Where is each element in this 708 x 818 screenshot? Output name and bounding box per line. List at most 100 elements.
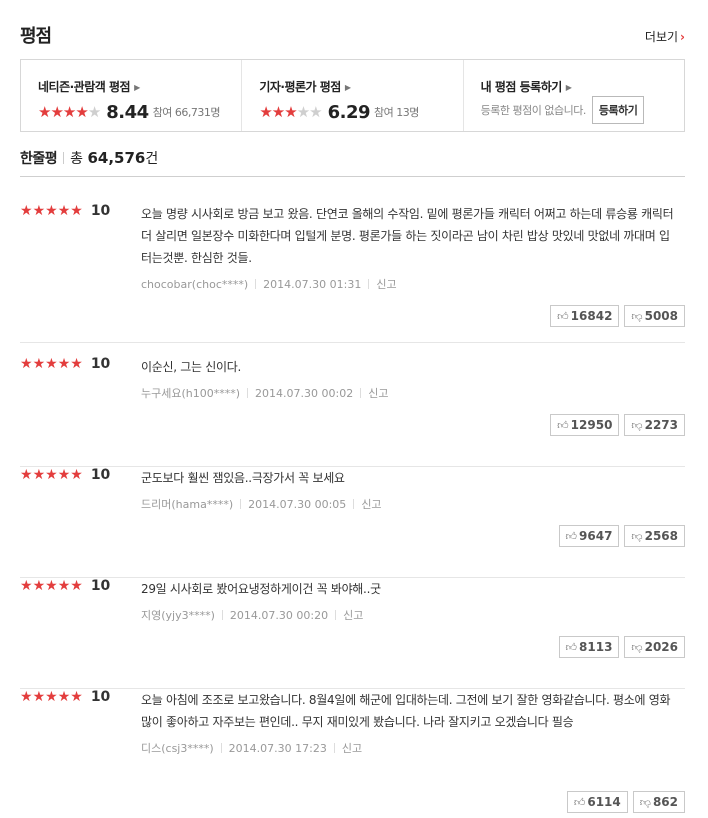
review-item: ★ ★ ★ ★ ★ 10 오늘 명량 시사회로 방금 보고 왔음. 단연코 올해의 수작… [20,203,685,343]
my-score: 내 평점 등록하기 ▶ 등록한 평점이 없습니다. 등록하기 [462,60,684,131]
review-score: 10 [90,467,111,483]
star-filled-icon: ★ [32,203,46,219]
review-user[interactable]: 드리머(hama****) [141,498,233,511]
thumbs-down-icon: 👎︎ [631,640,643,654]
dislike-button[interactable]: 👎︎ 5008 [624,305,685,327]
review-user[interactable]: chocobar(choc****) [141,278,248,291]
report-link[interactable]: 신고 [368,387,388,400]
star-filled-icon: ★ [20,356,33,372]
review-rating: ★ ★ ★ ★ ★ 10 [20,689,110,705]
star-filled-icon: ★ [32,356,46,372]
star-filled-icon: ★ [45,467,58,483]
review-votes: 👍︎ 9647 👎︎ 2568 [558,525,685,547]
dislike-button[interactable]: 👎︎ 2568 [624,525,685,547]
star-filled-icon: ★ [32,467,46,483]
my-score-title[interactable]: 내 평점 등록하기 ▶ [481,78,684,95]
triangle-right-icon: ▶ [134,83,140,92]
netizen-score-title[interactable]: 네티즌·관람객 평점 ▶ [38,78,241,95]
like-button[interactable]: 👍︎ 8113 [558,636,620,658]
review-date: 2014.07.30 00:20 [229,609,329,622]
triangle-right-icon: ▶ [344,83,351,92]
thumbs-up-icon: 👍︎ [565,529,578,543]
review-rating: ★ ★ ★ ★ ★ 10 [20,356,110,372]
report-link[interactable]: 신고 [343,609,363,622]
dislike-count: 2026 [644,640,678,654]
review-summary: 한줄평 총 64,576건 [20,148,685,177]
dislike-button[interactable]: 👎︎ 2026 [624,636,685,658]
thumbs-up-icon: 👍︎ [557,418,569,432]
review-rating: ★ ★ ★ ★ ★ 10 [20,578,110,594]
score-summary-box: 네티즌·관람객 평점 ▶ ★ ★ ★ ★ ★ 8.44 참여 66,731명 기자·평론가… [20,59,685,132]
review-star-rating: ★ ★ ★ ★ ★ [20,204,83,218]
more-link[interactable]: 더보기 › [645,28,685,45]
star-filled-icon: ★ [271,102,285,121]
like-button[interactable]: 👍︎ 9647 [558,525,620,547]
my-score-desc: 등록한 평점이 없습니다. [480,104,587,117]
review-meta: 디스(csj3****) 2014.07.30 17:23 신고 [141,740,676,756]
star-filled-icon: ★ [45,578,58,594]
divider [360,388,362,398]
star-filled-icon: ★ [45,203,58,219]
thumbs-up-icon: 👍︎ [573,795,586,809]
review-meta: chocobar(choc****) 2014.07.30 01:31 신고 [141,276,676,292]
review-text: 오늘 아침에 조조로 보고왔습니다. 8월4일에 해군에 입대하는데. 그전에 … [141,693,671,729]
star-filled-icon: ★ [75,102,88,121]
review-user[interactable]: 누구세요(h100****) [141,387,240,400]
like-button[interactable]: 👍︎ 6114 [566,791,628,813]
star-filled-icon: ★ [50,102,63,121]
review-meta: 지영(yjy3****) 2014.07.30 00:20 신고 [141,607,676,623]
review-votes: 👍︎ 16842 👎︎ 5008 [550,305,685,327]
critic-score-title[interactable]: 기자·평론가 평점 ▶ [259,78,462,95]
netizen-participants: 참여 66,731명 [152,106,221,119]
total-count: 64,576 [87,149,146,167]
review-votes: 👍︎ 6114 👎︎ 862 [566,791,685,813]
review-date: 2014.07.30 01:31 [263,278,362,291]
review-score: 10 [90,689,111,705]
like-button[interactable]: 👍︎ 12950 [550,414,620,436]
star-filled-icon: ★ [20,203,33,219]
review-text: 군도보다 훨씬 잼있음..극장가서 꼭 보세요 [141,471,345,485]
review-item: ★ ★ ★ ★ ★ 10 29일 시사회로 봤어요냉정하게이건 꼭 봐야해..굿 지영(… [20,578,685,689]
review-score: 10 [90,356,111,372]
report-link[interactable]: 신고 [342,742,362,755]
dislike-count: 2568 [644,529,678,543]
divider [63,152,65,164]
review-date: 2014.07.30 00:02 [255,387,354,400]
review-item: ★ ★ ★ ★ ★ 10 이순신, 그는 신이다. 누구세요(h100****) 2014… [20,356,685,467]
divider [368,279,370,289]
review-star-rating: ★ ★ ★ ★ ★ [20,468,83,482]
report-link[interactable]: 신고 [376,278,396,291]
review-star-rating: ★ ★ ★ ★ ★ [20,579,83,593]
star-filled-icon: ★ [259,102,272,121]
like-button[interactable]: 👍︎ 16842 [550,305,620,327]
review-meta: 드리머(hama****) 2014.07.30 00:05 신고 [141,496,676,512]
star-empty-icon: ★ [87,102,101,121]
review-rating: ★ ★ ★ ★ ★ 10 [20,203,110,219]
divider [247,388,249,398]
critic-score-value: 6.29 [327,101,371,123]
review-user[interactable]: 디스(csj3****) [141,742,214,755]
review-score: 10 [90,578,111,594]
critic-score: 기자·평론가 평점 ▶ ★ ★ ★ ★ ★ 6.29 참여 13명 [241,60,462,131]
review-date: 2014.07.30 17:23 [228,742,327,755]
star-empty-icon: ★ [296,102,310,121]
dislike-button[interactable]: 👎︎ 2273 [624,414,685,436]
like-count: 8113 [579,640,613,654]
report-link[interactable]: 신고 [361,498,381,511]
thumbs-up-icon: 👍︎ [565,640,578,654]
register-score-button[interactable]: 등록하기 [591,96,645,124]
dislike-button[interactable]: 👎︎ 862 [632,791,685,813]
star-filled-icon: ★ [20,467,33,483]
dislike-count: 2273 [644,418,678,432]
thumbs-down-icon: 👎︎ [631,309,643,323]
star-empty-icon: ★ [309,102,322,121]
review-user[interactable]: 지영(yjy3****) [141,609,215,622]
star-filled-icon: ★ [70,467,83,483]
review-score: 10 [90,203,111,219]
triangle-right-icon: ▶ [565,83,572,92]
star-filled-icon: ★ [62,102,76,121]
thumbs-up-icon: 👍︎ [557,309,569,323]
review-rating: ★ ★ ★ ★ ★ 10 [20,467,110,483]
star-filled-icon: ★ [57,467,71,483]
review-text: 29일 시사회로 봤어요냉정하게이건 꼭 봐야해..굿 [141,582,381,596]
